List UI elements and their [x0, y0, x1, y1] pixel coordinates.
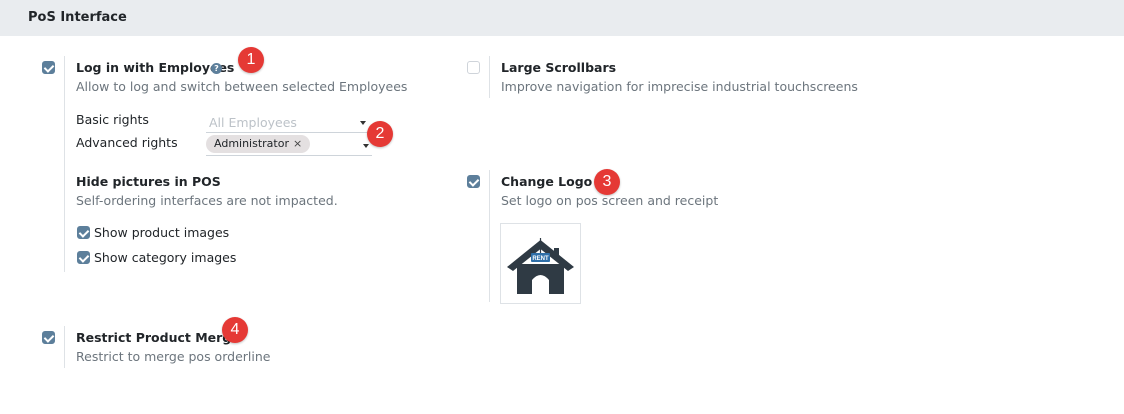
basic-rights-underline	[206, 132, 372, 133]
house-rent-icon: RENT	[507, 238, 574, 294]
administrator-tag[interactable]: Administrator ×	[206, 135, 311, 153]
large-scrollbars-checkbox[interactable]	[467, 61, 480, 74]
change-logo-title: Change Logo	[501, 174, 593, 189]
login-employees-description: Allow to log and switch between selected…	[76, 79, 408, 94]
close-icon[interactable]: ×	[293, 137, 302, 150]
rent-sign-text: RENT	[532, 256, 549, 262]
hide-pictures-description: Self-ordering interfaces are not impacte…	[76, 193, 338, 208]
large-scrollbars-description: Improve navigation for imprecise industr…	[501, 79, 858, 94]
section-title: PoS Interface	[28, 10, 127, 25]
section-header: PoS Interface	[0, 0, 1124, 36]
show-product-images-checkbox[interactable]	[77, 226, 90, 239]
setting-divider	[64, 326, 65, 368]
large-scrollbars-title: Large Scrollbars	[501, 60, 617, 75]
logo-preview[interactable]: RENT	[500, 223, 581, 304]
login-employees-checkbox[interactable]	[42, 61, 55, 74]
advanced-rights-underline	[206, 155, 372, 156]
hide-pictures-title: Hide pictures in POS	[76, 174, 221, 189]
annotation-badge-3: 3	[594, 169, 620, 195]
basic-rights-select[interactable]: All Employees	[209, 115, 297, 130]
question-circle-icon[interactable]: ?	[211, 63, 222, 74]
restrict-merge-description: Restrict to merge pos orderline	[76, 349, 271, 364]
setting-divider	[489, 170, 490, 302]
show-category-images-label: Show category images	[94, 250, 237, 265]
change-logo-checkbox[interactable]	[467, 175, 480, 188]
restrict-merge-checkbox[interactable]	[42, 331, 55, 344]
tag-label: Administrator	[214, 137, 289, 150]
annotation-badge-1: 1	[238, 47, 264, 73]
annotation-badge-4: 4	[222, 317, 248, 343]
advanced-rights-label: Advanced rights	[76, 135, 178, 150]
setting-divider	[64, 56, 65, 272]
change-logo-description: Set logo on pos screen and receipt	[501, 193, 719, 208]
setting-divider	[489, 56, 490, 98]
basic-rights-label: Basic rights	[76, 112, 149, 127]
annotation-badge-2: 2	[367, 121, 393, 147]
show-product-images-label: Show product images	[94, 225, 230, 240]
restrict-merge-title: Restrict Product Merge	[76, 330, 240, 345]
show-category-images-checkbox[interactable]	[77, 251, 90, 264]
chevron-down-icon[interactable]	[363, 144, 369, 148]
chevron-down-icon[interactable]	[360, 121, 366, 125]
